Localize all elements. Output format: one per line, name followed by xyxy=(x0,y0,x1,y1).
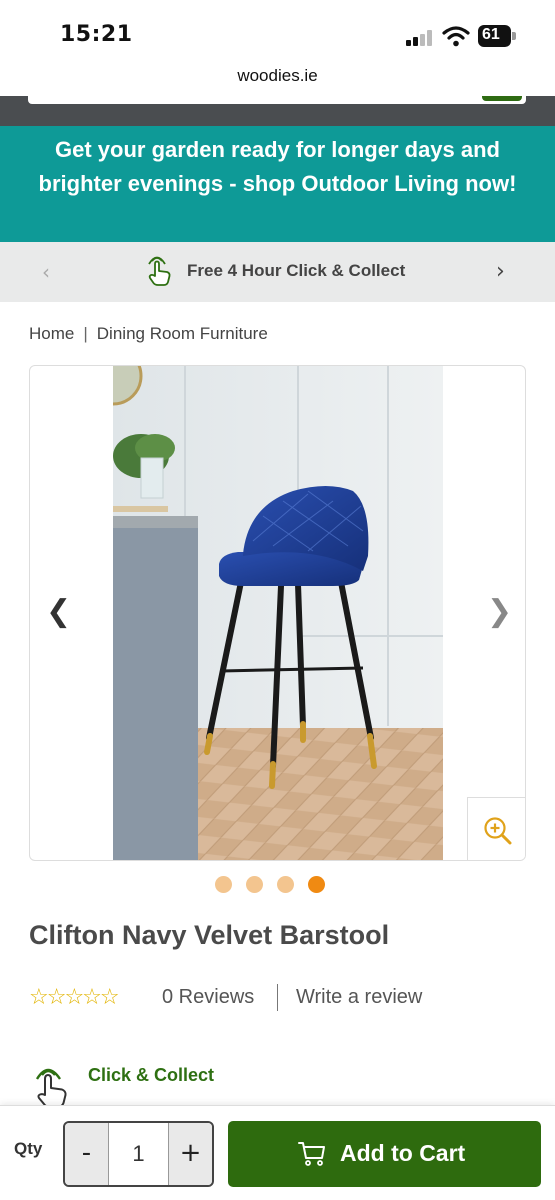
hand-pointer-icon xyxy=(148,256,171,286)
gallery-prev-button[interactable]: ❮ xyxy=(46,594,71,629)
battery-level: 61 xyxy=(482,26,500,43)
qty-increase-button[interactable]: + xyxy=(168,1123,212,1185)
cart-icon xyxy=(298,1142,325,1166)
url-bar[interactable]: woodies.ie xyxy=(0,62,555,96)
gallery-dot[interactable] xyxy=(246,876,263,893)
cellular-signal-icon xyxy=(406,30,436,46)
breadcrumb-separator: | xyxy=(83,324,88,343)
breadcrumb-home[interactable]: Home xyxy=(29,324,74,343)
site-header xyxy=(0,96,555,126)
gallery-dot-active[interactable] xyxy=(308,876,325,893)
gallery-dot[interactable] xyxy=(277,876,294,893)
wifi-icon xyxy=(442,26,470,47)
promo-banner[interactable]: Get your garden ready for longer days an… xyxy=(0,126,555,242)
add-to-cart-bar: Qty - + Add to Cart xyxy=(0,1105,555,1200)
qty-decrease-button[interactable]: - xyxy=(65,1123,109,1185)
click-collect-bar: ‹ Free 4 Hour Click & Collect › xyxy=(0,242,555,302)
search-input[interactable] xyxy=(28,96,526,104)
add-to-cart-button[interactable]: Add to Cart xyxy=(228,1121,541,1187)
product-image[interactable] xyxy=(113,366,443,861)
click-collect-text: Free 4 Hour Click & Collect xyxy=(187,261,406,280)
promo-text: Get your garden ready for longer days an… xyxy=(38,137,517,196)
zoom-button[interactable] xyxy=(467,797,525,860)
quantity-stepper: - + xyxy=(63,1121,214,1187)
chevron-left-icon[interactable]: ‹ xyxy=(42,260,50,284)
status-bar: 15:21 61 xyxy=(0,0,555,62)
qty-label: Qty xyxy=(14,1139,43,1158)
gallery-dots xyxy=(215,876,327,894)
url-text: woodies.ie xyxy=(237,66,318,85)
product-gallery: ❮ ❯ xyxy=(29,365,526,861)
chevron-right-icon[interactable]: › xyxy=(496,259,505,284)
battery-icon: 61 xyxy=(478,25,516,47)
breadcrumb: Home | Dining Room Furniture xyxy=(29,324,268,344)
breadcrumb-category[interactable]: Dining Room Furniture xyxy=(97,324,268,343)
rating-divider xyxy=(277,984,278,1011)
reviews-link[interactable]: 0 Reviews xyxy=(162,986,254,1009)
hand-pointer-icon xyxy=(35,1068,67,1108)
search-button[interactable] xyxy=(482,96,522,101)
star-rating: ☆☆☆☆☆ xyxy=(29,985,120,1010)
click-collect-label: Click & Collect xyxy=(88,1065,215,1085)
zoom-in-icon xyxy=(484,817,512,845)
gallery-dot[interactable] xyxy=(215,876,232,893)
add-to-cart-label: Add to Cart xyxy=(340,1140,466,1166)
quantity-input[interactable] xyxy=(109,1123,168,1185)
write-review-link[interactable]: Write a review xyxy=(296,986,422,1009)
gallery-next-button[interactable]: ❯ xyxy=(487,594,512,629)
status-time: 15:21 xyxy=(60,22,133,47)
product-title: Clifton Navy Velvet Barstool xyxy=(29,920,390,950)
click-collect-option[interactable]: Click & Collect xyxy=(29,1063,329,1109)
